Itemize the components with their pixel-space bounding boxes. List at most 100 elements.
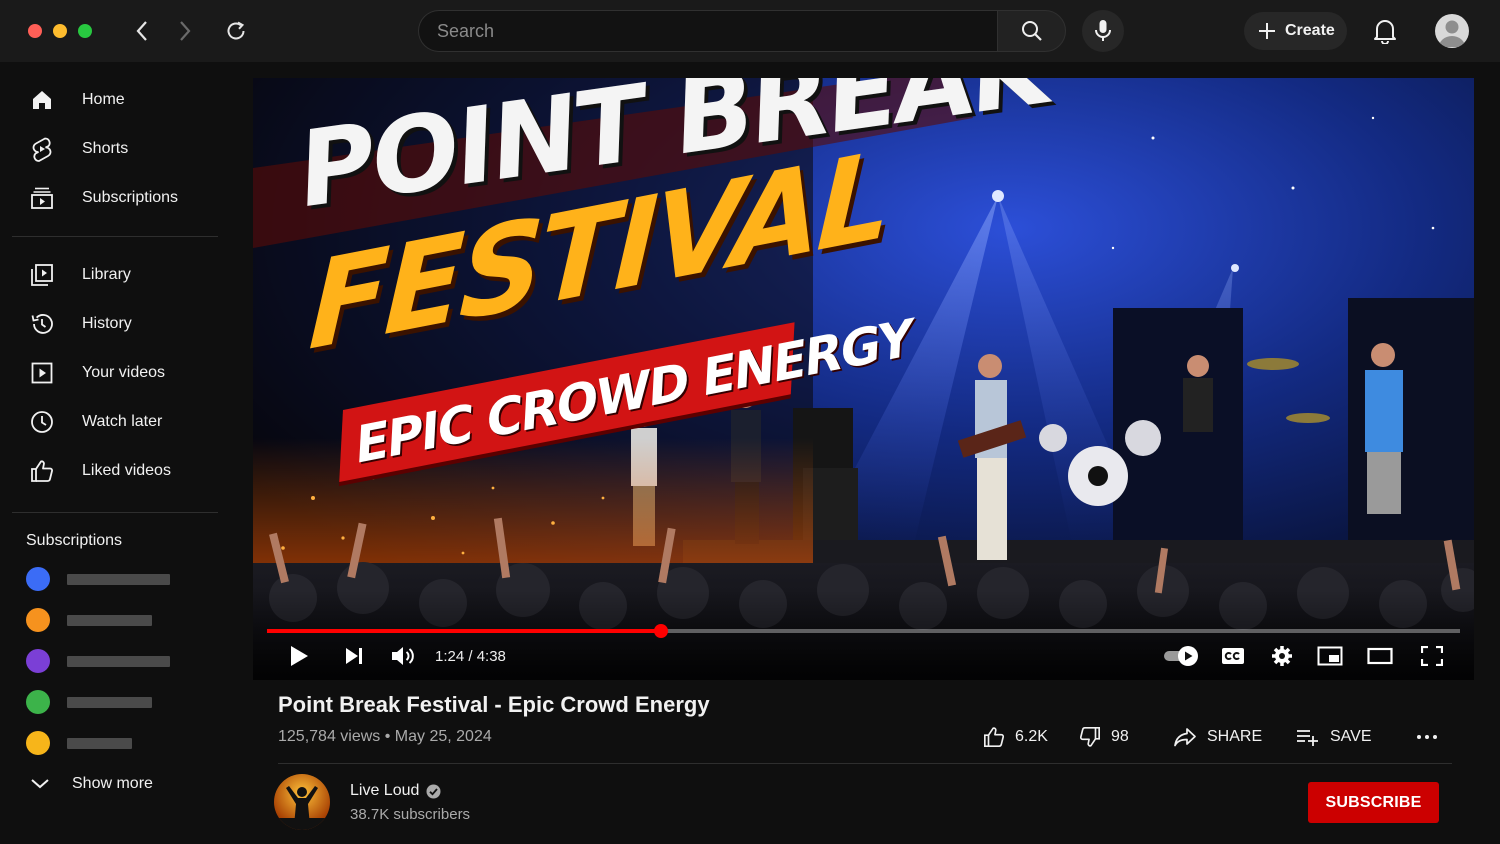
subscription-item[interactable]	[26, 731, 132, 755]
channel-name-placeholder	[67, 614, 152, 626]
share-label: SHARE	[1207, 728, 1263, 745]
progress-played	[267, 629, 661, 633]
sidebar-divider	[12, 236, 218, 237]
play-icon	[291, 646, 308, 666]
subscription-item[interactable]	[26, 690, 152, 714]
channel-avatar	[26, 649, 50, 673]
sidebar-item-shorts[interactable]: Shorts	[12, 127, 218, 171]
sidebar: Home Shorts Subscriptions Library Histor…	[0, 62, 232, 844]
next-button[interactable]	[341, 643, 367, 669]
search-input[interactable]	[418, 10, 997, 52]
verified-badge-icon	[426, 784, 441, 798]
account-avatar[interactable]	[1435, 14, 1469, 48]
miniplayer-button[interactable]	[1316, 643, 1344, 669]
microphone-icon	[1095, 20, 1111, 41]
time-display: 1:24 / 4:38	[435, 648, 506, 665]
sidebar-item-label: Shorts	[82, 140, 129, 157]
sidebar-item-label: Your videos	[82, 364, 166, 381]
library-icon	[24, 263, 60, 287]
subscriptions-heading: Subscriptions	[26, 532, 123, 549]
skip-next-icon	[346, 648, 362, 664]
save-label: SAVE	[1330, 728, 1372, 745]
subscriptions-icon	[24, 186, 60, 210]
history-icon	[24, 312, 60, 336]
autoplay-toggle[interactable]	[1161, 643, 1201, 669]
create-button[interactable]: Create	[1244, 12, 1347, 50]
sidebar-item-liked-videos[interactable]: Liked videos	[12, 449, 218, 493]
video-player[interactable]: POINT BREAK FESTIVAL EPIC CROWD ENERGY 1…	[253, 78, 1474, 680]
subscriber-count: 38.7K subscribers	[350, 806, 471, 823]
channel-avatar	[26, 567, 50, 591]
sidebar-item-library[interactable]: Library	[12, 253, 218, 297]
sidebar-divider	[12, 512, 218, 513]
show-more-button[interactable]: Show more	[26, 774, 153, 794]
shorts-icon	[24, 136, 60, 162]
subscribe-button[interactable]: SUBSCRIBE	[1308, 782, 1439, 823]
window-close-button[interactable]	[28, 24, 42, 38]
channel-name: Live Loud	[350, 782, 420, 799]
progress-bar[interactable]	[267, 624, 1460, 638]
sidebar-item-watch-later[interactable]: Watch later	[12, 400, 218, 444]
settings-button[interactable]	[1268, 643, 1296, 669]
channel-avatar	[26, 690, 50, 714]
autoplay-icon	[1164, 646, 1198, 666]
channel-name-row[interactable]: Live Loud	[350, 782, 441, 800]
subscription-item[interactable]	[26, 567, 170, 591]
dislike-count: 98	[1111, 728, 1129, 745]
chevron-right-icon	[180, 21, 191, 41]
chevron-down-icon	[31, 779, 49, 789]
info-divider	[278, 763, 1452, 764]
sidebar-item-label: Liked videos	[82, 462, 171, 479]
volume-button[interactable]	[388, 643, 418, 669]
save-button[interactable]: SAVE	[1296, 724, 1372, 750]
channel-name-placeholder	[67, 655, 170, 667]
notifications-button[interactable]	[1367, 14, 1403, 48]
sidebar-item-label: Watch later	[82, 413, 163, 430]
fullscreen-icon	[1421, 646, 1443, 666]
more-actions-button[interactable]	[1416, 724, 1440, 750]
channel-avatar[interactable]	[274, 774, 330, 830]
like-count: 6.2K	[1015, 728, 1048, 745]
sidebar-item-home[interactable]: Home	[12, 78, 218, 122]
thumbs-up-icon	[24, 459, 60, 483]
volume-icon	[392, 647, 414, 665]
captions-button[interactable]	[1219, 643, 1247, 669]
channel-logo-icon	[274, 774, 330, 830]
bell-icon	[1374, 20, 1396, 44]
progress-scrubber-handle[interactable]	[653, 624, 668, 638]
thumbs-up-icon	[984, 727, 1005, 747]
voice-search-button[interactable]	[1082, 10, 1124, 52]
channel-name-placeholder	[67, 737, 132, 749]
subscription-item[interactable]	[26, 608, 152, 632]
user-icon	[1439, 20, 1465, 47]
play-button[interactable]	[286, 643, 312, 669]
search-button[interactable]	[997, 10, 1066, 52]
dislike-button[interactable]: 98	[1079, 724, 1129, 750]
share-button[interactable]: SHARE	[1173, 724, 1262, 750]
share-icon	[1174, 728, 1196, 747]
fullscreen-button[interactable]	[1418, 643, 1446, 669]
reload-button[interactable]	[221, 16, 251, 46]
sidebar-item-label: History	[82, 315, 132, 332]
window-minimize-button[interactable]	[53, 24, 67, 38]
your-videos-icon	[24, 361, 60, 385]
miniplayer-icon	[1317, 646, 1343, 666]
back-button[interactable]	[127, 16, 157, 46]
create-label: Create	[1285, 22, 1335, 39]
home-icon	[24, 88, 60, 112]
forward-button[interactable]	[170, 16, 200, 46]
sidebar-item-label: Home	[82, 91, 125, 108]
sidebar-item-subscriptions[interactable]: Subscriptions	[12, 176, 218, 220]
subscription-item[interactable]	[26, 649, 170, 673]
captions-icon	[1222, 648, 1244, 664]
clock-icon	[24, 410, 60, 434]
like-button[interactable]: 6.2K	[983, 724, 1048, 750]
show-more-label: Show more	[72, 775, 153, 792]
theater-mode-button[interactable]	[1364, 643, 1396, 669]
sidebar-item-your-videos[interactable]: Your videos	[12, 351, 218, 395]
channel-name-placeholder	[67, 696, 152, 708]
playlist-add-icon	[1297, 730, 1318, 746]
window-maximize-button[interactable]	[78, 24, 92, 38]
sidebar-item-history[interactable]: History	[12, 302, 218, 346]
chevron-left-icon	[136, 21, 147, 41]
